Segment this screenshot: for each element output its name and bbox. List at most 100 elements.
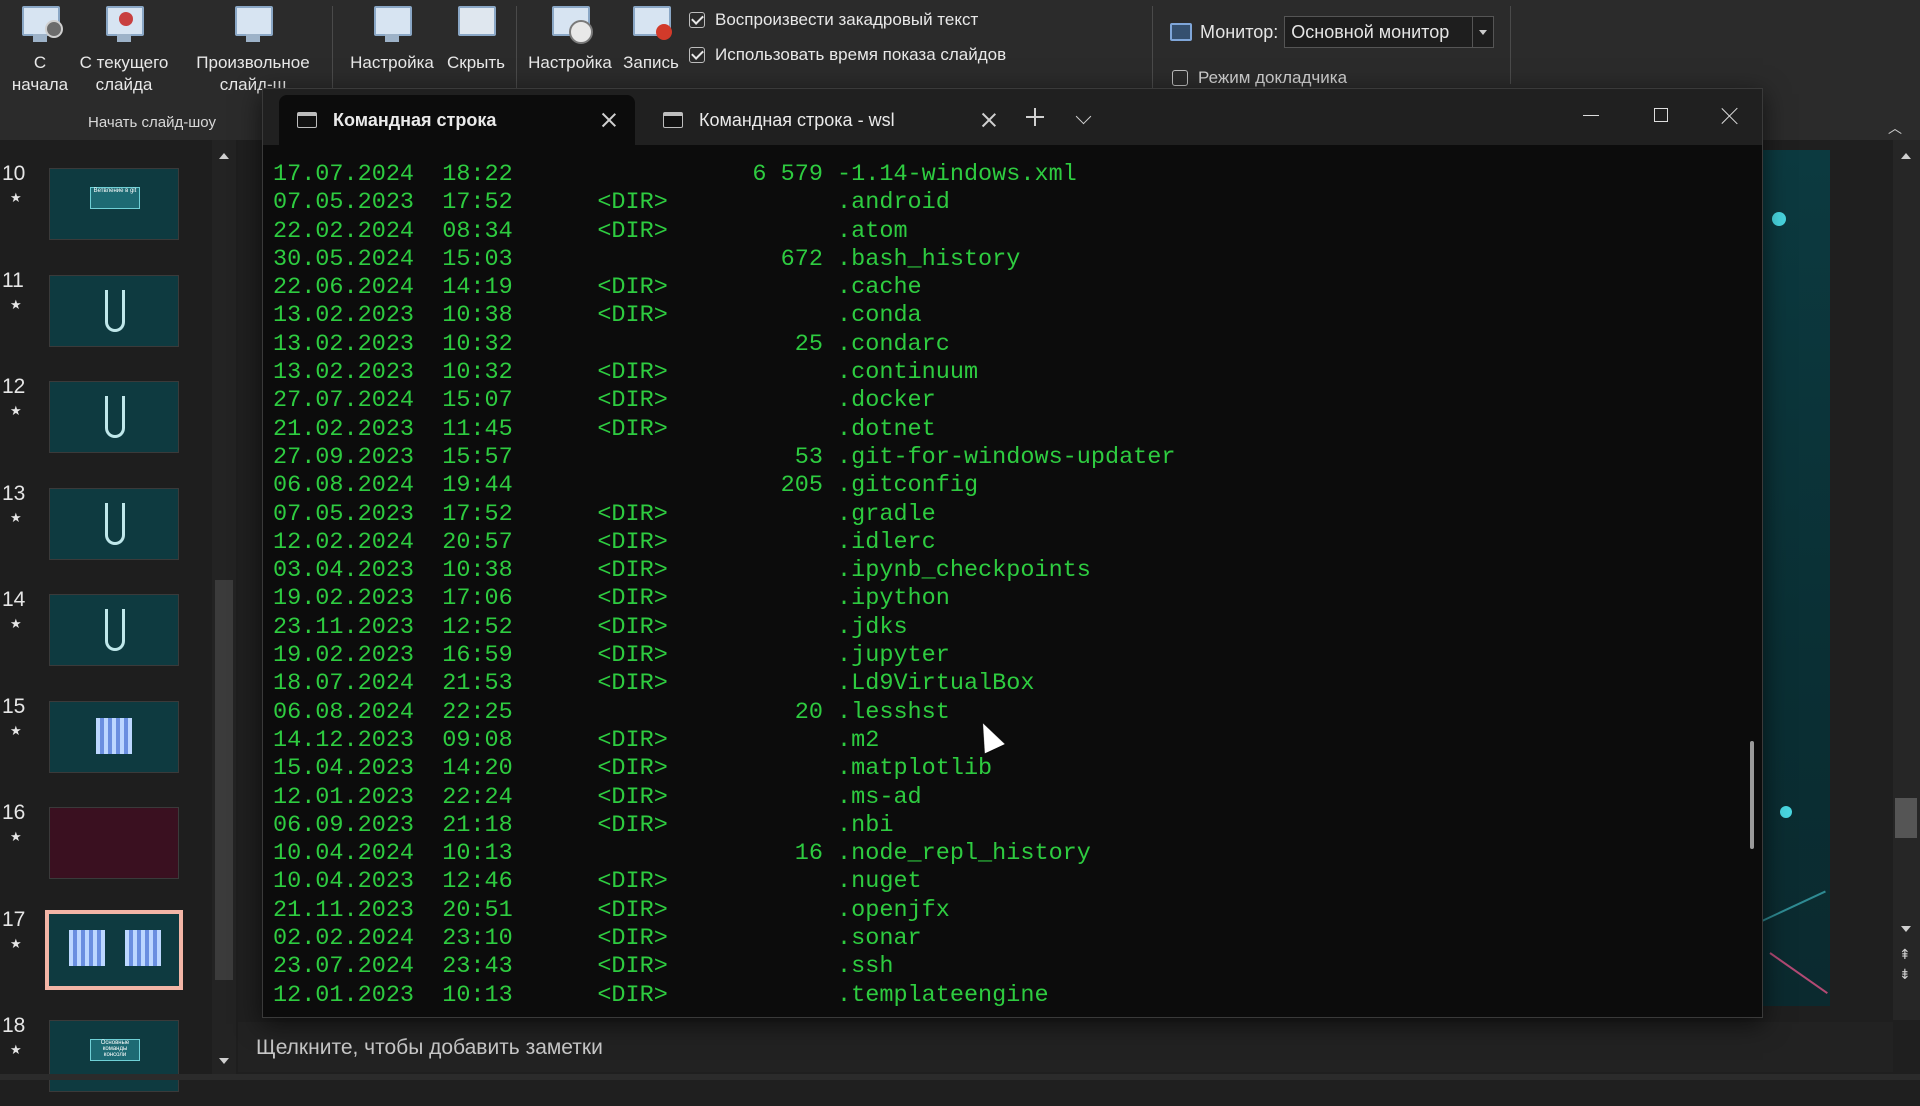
- presenter-view-checkbox[interactable]: Режим докладчика: [1172, 68, 1347, 88]
- slide-thumbnail[interactable]: 18 ★ Основные команды консоли: [0, 1000, 200, 1106]
- minimize-button[interactable]: [1575, 99, 1609, 133]
- line-dir-tag: <DIR>: [597, 783, 668, 811]
- monitor-dropdown[interactable]: Основной монитор: [1284, 16, 1495, 48]
- next-slide-icon[interactable]: ⇟: [1899, 966, 1911, 982]
- slide-thumbnail[interactable]: 11 ★: [0, 255, 200, 361]
- rehearse-timings-button[interactable]: Настройка: [524, 4, 616, 74]
- terminal-icon: [663, 112, 683, 128]
- line-size: 20: [794, 698, 823, 726]
- slide-thumbnail[interactable]: 14 ★: [0, 574, 200, 680]
- scrollbar-thumb[interactable]: [215, 580, 233, 980]
- editor-scrollbar[interactable]: ⇞ ⇟: [1893, 140, 1920, 1020]
- line-size: 205: [780, 472, 823, 500]
- line-filename: .nbi: [837, 811, 894, 839]
- qr-code: [69, 929, 105, 966]
- new-tab-icon[interactable]: [1025, 107, 1045, 127]
- notes-placeholder: Щелкните, чтобы добавить заметки: [256, 1036, 603, 1059]
- terminal-titlebar[interactable]: Командная строка Командная строка - wsl: [263, 89, 1762, 145]
- branch-diagram: [105, 289, 125, 332]
- terminal-scrollbar-thumb[interactable]: [1750, 741, 1754, 849]
- line-dir-tag: <DIR>: [597, 274, 668, 302]
- line-date: 06.08.2024: [273, 472, 415, 500]
- line-size: 16: [794, 840, 823, 868]
- close-tab-icon[interactable]: [599, 110, 619, 130]
- custom-slideshow-button[interactable]: Произвольное слайд-ш: [188, 4, 318, 96]
- status-bar: [0, 1074, 1920, 1080]
- slide-thumbnail[interactable]: 16 ★: [0, 787, 200, 893]
- from-beginning-button[interactable]: С начала: [10, 4, 70, 96]
- line-filename: .matplotlib: [837, 755, 993, 783]
- play-narration-label: Воспроизвести закадровый текст: [715, 10, 979, 29]
- console-line: 22.06.2024 14:19 <DIR> .cache: [273, 274, 1713, 302]
- line-filename: .templateengine: [837, 981, 1049, 1009]
- prev-slide-icon[interactable]: ⇞: [1899, 946, 1911, 962]
- slide-canvas[interactable]: [1762, 150, 1830, 1006]
- chevron-down-icon[interactable]: [1472, 17, 1493, 47]
- line-filename: .docker: [837, 387, 936, 415]
- line-dir-tag: <DIR>: [597, 415, 668, 443]
- line-dir-tag: <DIR>: [597, 896, 668, 924]
- maximize-button[interactable]: [1645, 99, 1679, 133]
- star-icon: ★: [10, 829, 22, 844]
- tab-command-prompt-wsl[interactable]: Командная строка - wsl: [645, 95, 1015, 145]
- qr-code: [96, 717, 132, 754]
- scrollbar-thumb[interactable]: [1895, 798, 1917, 838]
- slideshow-start-icon: [17, 4, 63, 46]
- checkbox-unchecked-icon: [1172, 70, 1188, 86]
- collapse-ribbon-icon[interactable]: ︿: [1888, 118, 1902, 138]
- close-tab-icon[interactable]: [979, 110, 999, 130]
- ribbon-separator: [1510, 6, 1511, 84]
- line-dir-tag: <DIR>: [597, 670, 668, 698]
- line-date: 18.07.2024: [273, 670, 415, 698]
- line-filename: .bash_history: [837, 245, 1021, 273]
- line-filename: .nuget: [837, 868, 922, 896]
- play-narration-checkbox[interactable]: Воспроизвести закадровый текст: [689, 10, 978, 30]
- from-current-slide-button[interactable]: С текущего слайда: [74, 4, 174, 96]
- line-time: 15:03: [442, 245, 513, 273]
- slide-preview: [45, 909, 183, 990]
- line-date: 15.04.2023: [273, 755, 415, 783]
- line-dir-tag: <DIR>: [597, 642, 668, 670]
- branch-diagram: [105, 609, 125, 651]
- scroll-down-icon[interactable]: [216, 1052, 232, 1068]
- scroll-up-icon[interactable]: [216, 144, 232, 160]
- line-size: 6 579: [752, 161, 823, 188]
- line-dir-tag: <DIR>: [597, 217, 668, 245]
- notes-pane[interactable]: Щелкните, чтобы добавить заметки: [238, 1022, 1893, 1072]
- line-dir-tag: <DIR>: [597, 528, 668, 556]
- star-icon: ★: [10, 1042, 22, 1057]
- close-window-button[interactable]: [1713, 99, 1747, 133]
- line-time: 18:22: [442, 161, 513, 188]
- slide-thumbnail[interactable]: 12 ★: [0, 361, 200, 467]
- line-dir-tag: <DIR>: [597, 726, 668, 754]
- chevron-down-icon[interactable]: [1075, 108, 1092, 125]
- line-filename: .lesshst: [837, 698, 950, 726]
- setup-slideshow-button[interactable]: Настройка: [346, 4, 438, 74]
- slide-thumbnail[interactable]: 13 ★: [0, 468, 200, 574]
- slides-scrollbar[interactable]: [212, 140, 236, 1080]
- line-date: 13.02.2023: [273, 330, 415, 358]
- slide-thumbnail[interactable]: 10 ★ Ветвление в git: [0, 148, 200, 254]
- hide-slide-button[interactable]: Скрыть: [442, 4, 510, 74]
- use-timings-checkbox[interactable]: Использовать время показа слайдов: [689, 45, 1006, 65]
- star-icon: ★: [10, 722, 22, 738]
- terminal-window[interactable]: Командная строка Командная строка - wsl …: [262, 88, 1763, 1018]
- line-filename: .sonar: [837, 925, 922, 953]
- slide-preview: [49, 274, 179, 347]
- line-date: 21.02.2023: [273, 415, 415, 443]
- line-date: 02.02.2024: [273, 925, 415, 953]
- tab-command-prompt[interactable]: Командная строка: [279, 95, 635, 145]
- scroll-up-icon[interactable]: [1893, 142, 1920, 162]
- console-line: 12.01.2023 10:13 <DIR> .templateengine: [273, 982, 1713, 1010]
- line-filename: .conda: [837, 302, 922, 330]
- slide-thumbnail[interactable]: 15 ★: [0, 681, 200, 787]
- slideshow-current-icon: [101, 4, 147, 46]
- console-line: 19.02.2023 16:59 <DIR> .jupyter: [273, 642, 1713, 670]
- line-time: 23:43: [442, 953, 513, 981]
- line-filename: .cache: [837, 274, 922, 302]
- record-button[interactable]: Запись: [618, 4, 684, 74]
- console-output[interactable]: 17.07.2024 18:22 6 579 -1.14-windows.xml 07.…: [273, 161, 1713, 1011]
- scroll-down-icon[interactable]: [1893, 918, 1920, 938]
- slide-thumbnail[interactable]: 17 ★: [0, 894, 200, 1000]
- console-line: 13.02.2023 10:32 25 .condarc: [273, 331, 1713, 359]
